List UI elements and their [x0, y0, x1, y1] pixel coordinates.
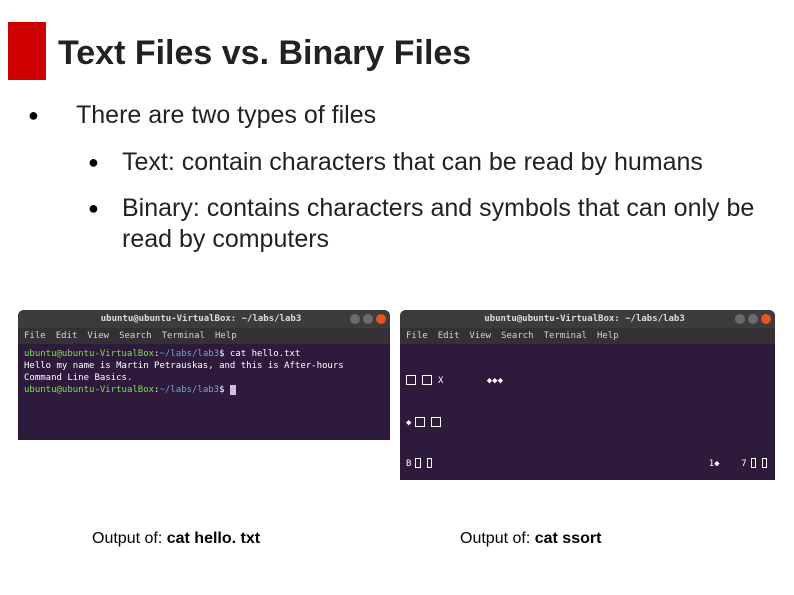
minimize-icon[interactable] — [735, 314, 745, 324]
bullet-icon: ● — [88, 147, 98, 177]
bullet-icon: ● — [28, 100, 38, 130]
caption-right-prefix: Output of: — [460, 530, 535, 547]
terminal-body-right[interactable]: X ◆◆◆ ◆ B 1◆ 7 ◆ ◆ — [400, 344, 775, 480]
captions-row: Output of: cat hello. txt Output of: cat… — [18, 530, 776, 548]
screenshots-container: ubuntu@ubuntu-VirtualBox: ~/labs/lab3 Fi… — [18, 310, 776, 480]
maximize-icon[interactable] — [748, 314, 758, 324]
bullet-sub1-text: Text: contain characters that can be rea… — [122, 147, 703, 178]
menu-terminal[interactable]: Terminal — [162, 331, 205, 341]
window-buttons — [735, 314, 771, 324]
bullet-icon: ● — [88, 193, 98, 223]
titlebar-left: ubuntu@ubuntu-VirtualBox: ~/labs/lab3 — [18, 310, 390, 328]
menu-search[interactable]: Search — [119, 331, 152, 341]
menu-edit[interactable]: Edit — [56, 331, 78, 341]
bullet-main-row: ● There are two types of files — [28, 100, 766, 131]
caption-right: Output of: cat ssort — [400, 530, 772, 548]
bullet-main-text: There are two types of files — [76, 100, 376, 131]
caption-left-bold: cat hello. txt — [167, 530, 260, 547]
caption-left: Output of: cat hello. txt — [18, 530, 390, 548]
command-text: cat hello.txt — [230, 349, 300, 359]
menu-view[interactable]: View — [469, 331, 491, 341]
window-buttons — [350, 314, 386, 324]
menu-file[interactable]: File — [406, 331, 428, 341]
prompt-path: ~/labs/lab3 — [159, 349, 219, 359]
menu-help[interactable]: Help — [597, 331, 619, 341]
maximize-icon[interactable] — [363, 314, 373, 324]
minimize-icon[interactable] — [350, 314, 360, 324]
output-line1: Hello my name is Martin Petrauskas, and … — [24, 361, 344, 371]
caption-left-prefix: Output of: — [92, 530, 167, 547]
slide-title: Text Files vs. Binary Files — [58, 34, 471, 73]
terminal-body-left[interactable]: ubuntu@ubuntu-VirtualBox:~/labs/lab3$ ca… — [18, 344, 390, 401]
terminal-right: ubuntu@ubuntu-VirtualBox: ~/labs/lab3 Fi… — [400, 310, 775, 480]
accent-block — [8, 22, 46, 80]
slide-content: ● There are two types of files ● Text: c… — [28, 100, 766, 269]
menubar-right: File Edit View Search Terminal Help — [400, 328, 775, 344]
prompt-user: ubuntu@ubuntu-VirtualBox — [24, 349, 154, 359]
titlebar-title-left: ubuntu@ubuntu-VirtualBox: ~/labs/lab3 — [52, 314, 350, 324]
menu-view[interactable]: View — [87, 331, 109, 341]
caption-right-bold: cat ssort — [535, 530, 602, 547]
bullet-sub2-row: ● Binary: contains characters and symbol… — [28, 193, 766, 256]
menu-search[interactable]: Search — [501, 331, 534, 341]
titlebar-title-right: ubuntu@ubuntu-VirtualBox: ~/labs/lab3 — [434, 314, 735, 324]
menu-help[interactable]: Help — [215, 331, 237, 341]
menubar-left: File Edit View Search Terminal Help — [18, 328, 390, 344]
close-icon[interactable] — [761, 314, 771, 324]
cursor-icon — [230, 385, 236, 395]
menu-terminal[interactable]: Terminal — [544, 331, 587, 341]
menu-edit[interactable]: Edit — [438, 331, 460, 341]
prompt-user: ubuntu@ubuntu-VirtualBox — [24, 385, 154, 395]
bullet-sub2-text: Binary: contains characters and symbols … — [122, 193, 766, 256]
titlebar-right: ubuntu@ubuntu-VirtualBox: ~/labs/lab3 — [400, 310, 775, 328]
prompt-path: ~/labs/lab3 — [159, 385, 219, 395]
close-icon[interactable] — [376, 314, 386, 324]
terminal-left: ubuntu@ubuntu-VirtualBox: ~/labs/lab3 Fi… — [18, 310, 390, 440]
output-line2: Command Line Basics. — [24, 373, 132, 383]
menu-file[interactable]: File — [24, 331, 46, 341]
bullet-sub1-row: ● Text: contain characters that can be r… — [28, 147, 766, 178]
